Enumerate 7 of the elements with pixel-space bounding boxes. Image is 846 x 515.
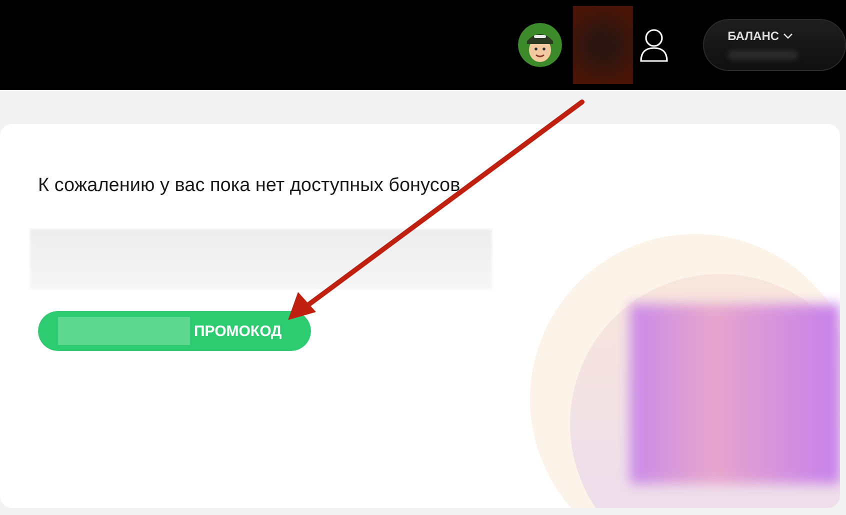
- no-bonuses-message: К сожалению у вас пока нет доступных бонусов: [38, 174, 462, 198]
- redacted-amount: [728, 50, 798, 60]
- balance-pill[interactable]: БАЛАНС: [702, 19, 846, 71]
- balance-label: БАЛАНС: [728, 29, 780, 43]
- cartoon-avatar-icon[interactable]: [518, 23, 562, 67]
- chevron-down-icon: [783, 33, 794, 39]
- user-icon[interactable]: [638, 28, 669, 62]
